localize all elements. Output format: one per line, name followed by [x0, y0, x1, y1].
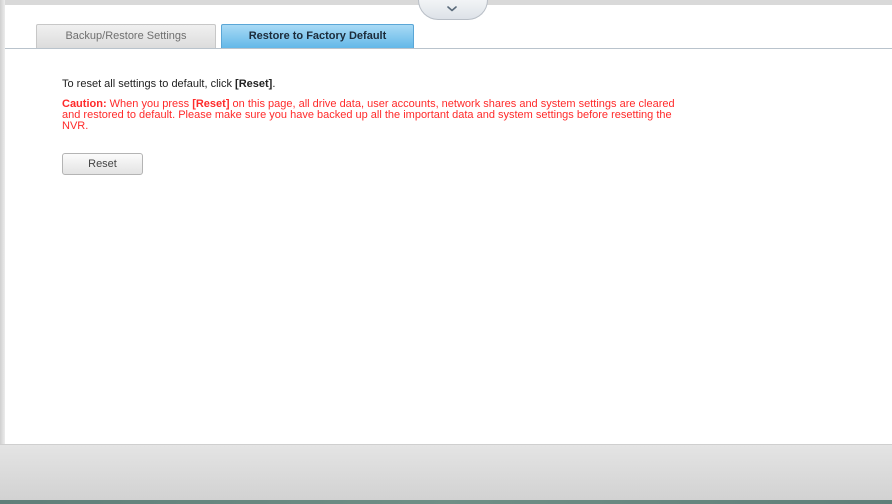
tab-backup-restore-settings[interactable]: Backup/Restore Settings	[36, 24, 216, 48]
instruction-suffix: .	[272, 78, 276, 90]
settings-window: Backup/Restore Settings Restore to Facto…	[0, 0, 892, 504]
caution-text-line2: and restored to default. Please make sur…	[62, 109, 672, 121]
reset-instruction: To reset all settings to default, click …	[62, 78, 852, 90]
footer-bar	[0, 444, 892, 500]
reset-button[interactable]: Reset	[62, 153, 143, 175]
content-panel: To reset all settings to default, click …	[62, 78, 852, 132]
caution-message: Caution: When you press [Reset] on this …	[62, 99, 852, 132]
left-border	[0, 0, 5, 444]
collapse-toggle[interactable]	[418, 0, 488, 20]
tab-restore-factory-default[interactable]: Restore to Factory Default	[221, 24, 414, 48]
bottom-strip	[0, 500, 892, 504]
caution-text-line3: NVR.	[62, 120, 89, 132]
instruction-prefix: To reset all settings to default, click	[62, 78, 236, 90]
chevron-down-icon	[447, 6, 457, 12]
tab-bar: Backup/Restore Settings Restore to Facto…	[5, 24, 892, 49]
instruction-reset-keyword: [Reset]	[235, 78, 273, 90]
